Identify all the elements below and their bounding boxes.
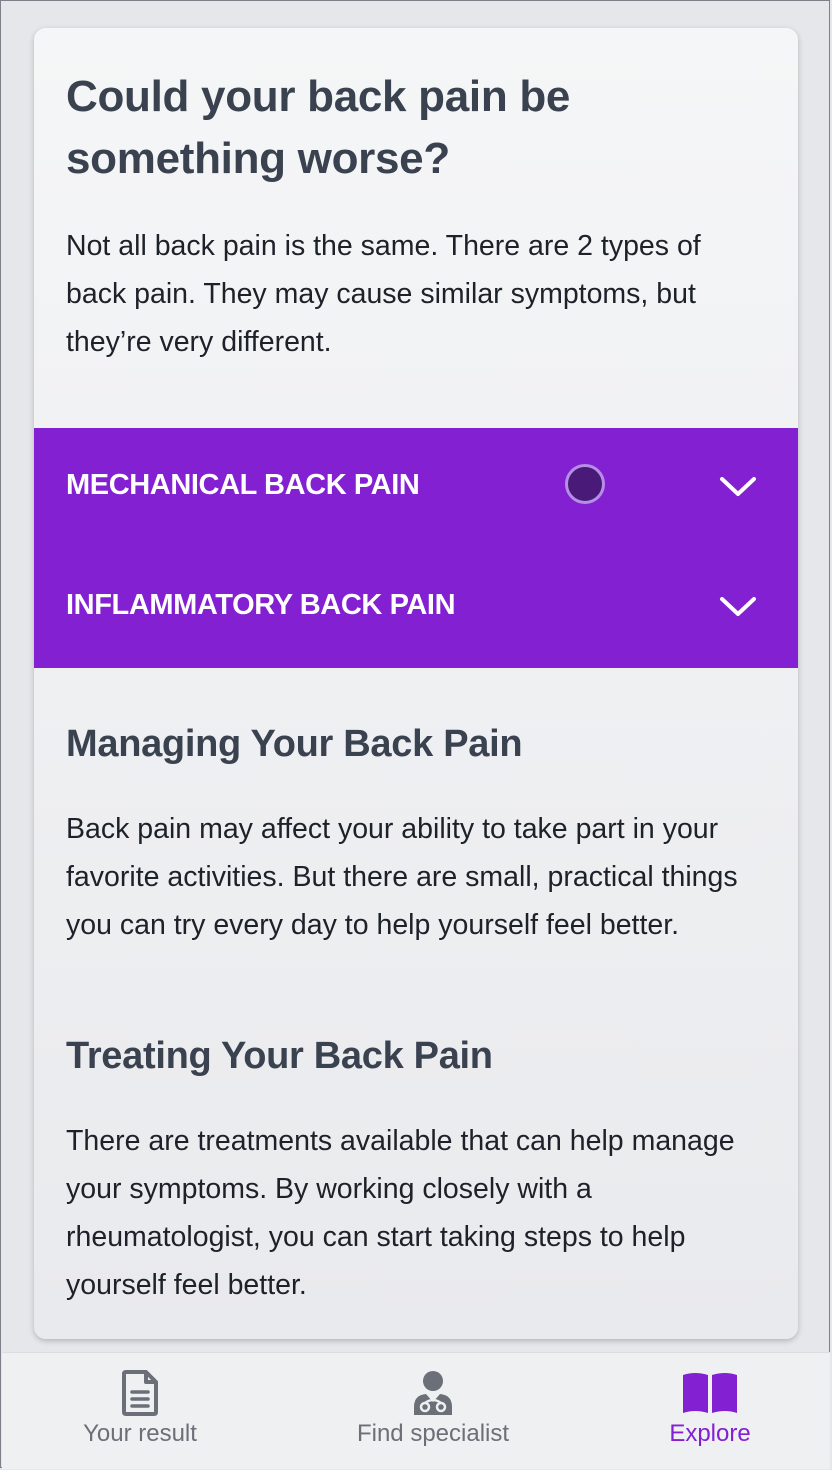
treating-section-body: There are treatments available that can … <box>66 1125 735 1301</box>
managing-section-body: Back pain may affect your ability to tak… <box>66 813 738 941</box>
nav-label-find-specialist: Find specialist <box>356 1420 510 1447</box>
bottom-navigation: Your result Find specialist Explore <box>2 1352 830 1469</box>
nav-item-your-result[interactable]: Your result <box>60 1353 220 1469</box>
treating-section-title: Treating Your Back Pain <box>66 1035 493 1077</box>
nav-label-your-result: Your result <box>83 1420 197 1447</box>
touch-indicator <box>565 464 605 504</box>
nav-item-explore[interactable]: Explore <box>630 1353 790 1469</box>
intro-paragraph: Not all back pain is the same. There are… <box>66 230 701 358</box>
accordion-item-inflammatory[interactable]: INFLAMMATORY BACK PAIN <box>34 548 798 668</box>
accordion-label-mechanical: MECHANICAL BACK PAIN <box>66 469 420 501</box>
content-card: Could your back pain be something worse?… <box>34 28 798 1339</box>
nav-label-explore: Explore <box>669 1420 751 1447</box>
page-title: Could your back pain be something worse? <box>66 72 571 183</box>
accordion-label-inflammatory: INFLAMMATORY BACK PAIN <box>66 589 456 621</box>
document-icon <box>122 1370 158 1416</box>
open-book-icon <box>683 1373 737 1413</box>
managing-section-title: Managing Your Back Pain <box>66 723 523 765</box>
chevron-down-icon[interactable] <box>718 594 758 620</box>
nav-item-find-specialist[interactable]: Find specialist <box>338 1353 528 1469</box>
accordion-item-mechanical[interactable]: MECHANICAL BACK PAIN <box>34 428 798 548</box>
doctor-icon <box>414 1371 452 1415</box>
back-pain-types-accordion: MECHANICAL BACK PAIN INFLAMMATORY BACK P… <box>34 428 798 668</box>
chevron-down-icon[interactable] <box>718 474 758 500</box>
